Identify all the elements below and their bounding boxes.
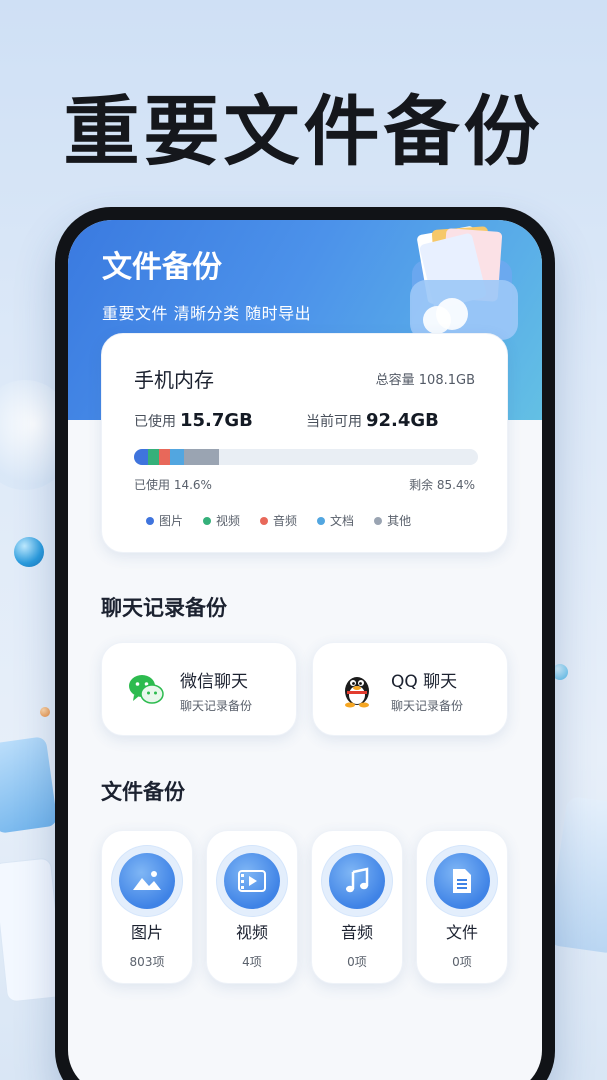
storage-segment (147, 449, 159, 465)
storage-available: 当前可用 92.4GB (306, 410, 439, 431)
storage-title: 手机内存 (134, 368, 214, 392)
legend-item: 文档 (317, 512, 354, 529)
file-section-title: 文件备份 (101, 780, 185, 804)
storage-total: 总容量 108.1GB (375, 373, 475, 388)
legend-label: 文档 (330, 514, 355, 528)
page-subtitle: 重要文件 清晰分类 随时导出 (102, 304, 312, 323)
file-category-count: 0项 (452, 955, 472, 969)
background-card (546, 795, 607, 955)
file-category-count: 4项 (242, 955, 262, 969)
storage-legend: 图片 视频 音频 文档 其他 (146, 512, 411, 529)
qq-label: QQ 聊天 (391, 672, 458, 692)
folder-illustration-icon (410, 226, 518, 340)
legend-dot (374, 516, 383, 525)
phone-frame: 文件备份 重要文件 清晰分类 随时导出 手机内存 总容量 108.1GB 已使用… (55, 207, 555, 1080)
file-category-audio[interactable]: 音频 0项 (311, 830, 403, 984)
music-icon (329, 853, 385, 909)
storage-used-percent: 已使用 14.6% (134, 478, 212, 492)
background-bubble (14, 537, 44, 567)
file-category-count: 0项 (347, 955, 367, 969)
wechat-sublabel: 聊天记录备份 (180, 699, 253, 713)
file-category-images[interactable]: 图片 803项 (101, 830, 193, 984)
wechat-label: 微信聊天 (180, 672, 248, 692)
storage-available-value: 92.4GB (366, 410, 439, 431)
storage-used-value: 15.7GB (180, 410, 253, 431)
storage-segment (158, 449, 171, 465)
file-category-label: 视频 (235, 923, 268, 942)
file-category-videos[interactable]: 视频 4项 (206, 830, 298, 984)
legend-item: 音频 (260, 512, 297, 529)
wechat-backup-button[interactable]: 微信聊天 聊天记录备份 (101, 642, 297, 736)
background-bubble (40, 707, 50, 717)
legend-label: 图片 (159, 514, 184, 528)
storage-segment (134, 449, 148, 465)
legend-dot (203, 516, 212, 525)
file-category-label: 图片 (130, 923, 163, 942)
storage-remaining-percent: 剩余 85.4% (409, 478, 475, 492)
storage-available-label: 当前可用 (306, 414, 362, 430)
legend-item: 视频 (203, 512, 240, 529)
qq-icon (345, 677, 369, 708)
legend-label: 其他 (387, 514, 412, 528)
legend-item: 其他 (374, 512, 411, 529)
legend-dot (317, 516, 326, 525)
image-icon (119, 853, 175, 909)
legend-item: 图片 (146, 512, 183, 529)
file-category-count: 803项 (129, 955, 165, 969)
chat-section-title: 聊天记录备份 (101, 596, 227, 620)
app-screen: 文件备份 重要文件 清晰分类 随时导出 手机内存 总容量 108.1GB 已使用… (68, 220, 542, 1080)
file-category-label: 文件 (445, 923, 478, 942)
legend-dot (146, 516, 154, 525)
file-category-documents[interactable]: 文件 0项 (416, 830, 508, 984)
wechat-icon (129, 675, 164, 704)
file-category-label: 音频 (340, 923, 373, 942)
storage-segment (184, 449, 219, 465)
promo-headline: 重要文件备份 (63, 87, 544, 176)
storage-segment (170, 449, 185, 465)
document-icon (434, 853, 490, 909)
qq-backup-button[interactable]: QQ 聊天 聊天记录备份 (312, 642, 508, 736)
legend-label: 视频 (216, 514, 241, 528)
legend-dot (260, 516, 269, 525)
legend-label: 音频 (273, 514, 298, 528)
background-card (0, 736, 58, 834)
storage-progress-bar (134, 449, 478, 465)
storage-card: 手机内存 总容量 108.1GB 已使用 15.7GB 当前可用 92.4GB 已使… (101, 333, 508, 553)
page-title: 文件备份 (102, 250, 222, 285)
storage-used-label: 已使用 (134, 414, 176, 430)
video-icon (224, 853, 280, 909)
storage-used: 已使用 15.7GB (134, 410, 253, 431)
qq-sublabel: 聊天记录备份 (391, 699, 464, 713)
